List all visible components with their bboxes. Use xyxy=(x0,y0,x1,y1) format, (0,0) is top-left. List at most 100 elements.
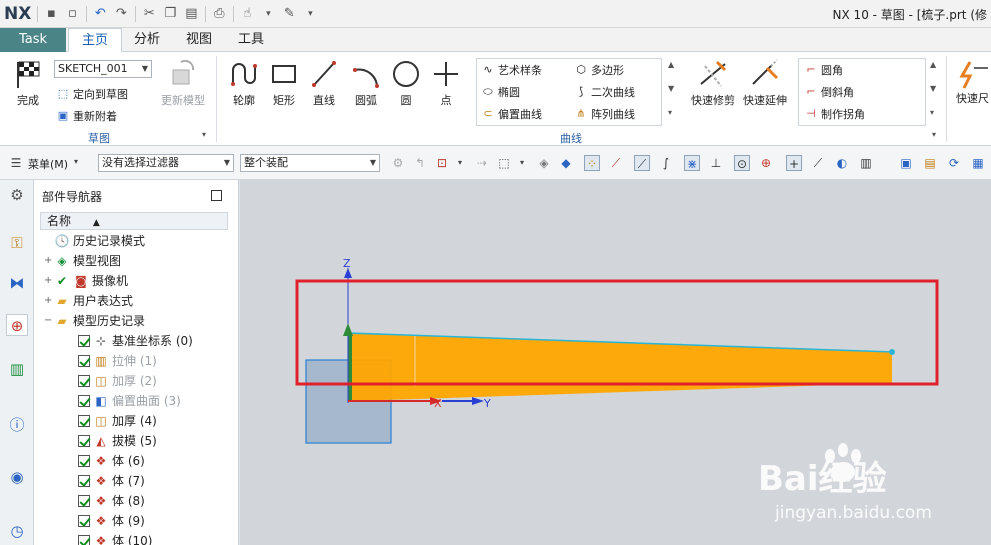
tree-row[interactable]: + ▰ 用户表达式 xyxy=(44,291,133,311)
visibility-checkbox[interactable] xyxy=(78,415,90,427)
quick-dimension-button[interactable]: 快速尺 xyxy=(956,58,991,106)
offset-curve-button[interactable]: ⊂ 偏置曲线 xyxy=(481,106,542,122)
grid-icon[interactable]: ▥ xyxy=(858,155,874,171)
intersection-icon[interactable]: ⋇ xyxy=(684,155,700,171)
tree-row[interactable]: 🕓 历史记录模式 xyxy=(44,231,146,251)
reattach-button[interactable]: ▣ 重新附着 xyxy=(56,108,117,124)
curve-group-expand-icon[interactable]: ▾ xyxy=(932,130,936,139)
show-hide-icon[interactable]: ◈ xyxy=(536,155,552,171)
tree-row[interactable]: ⊹ 基准坐标系 (0) xyxy=(78,331,193,351)
visibility-checkbox[interactable] xyxy=(78,355,90,367)
existing-point-icon[interactable]: + xyxy=(786,155,802,171)
visibility-checkbox[interactable] xyxy=(78,395,90,407)
tree-row[interactable]: ❖ 体 (9) xyxy=(78,511,145,531)
point-button[interactable]: 点 xyxy=(426,58,466,108)
polygon-button[interactable]: ⬡ 多边形 xyxy=(574,62,624,78)
maximize-icon[interactable] xyxy=(211,190,222,201)
profile-button[interactable]: 轮廓 xyxy=(224,58,264,108)
fillet-button[interactable]: ⌐ 圆角 xyxy=(804,62,843,78)
gear-icon[interactable]: ⚙ xyxy=(6,184,28,206)
fillet-scroll-up-icon[interactable]: ▲ xyxy=(930,60,936,69)
assembly-navigator-icon[interactable]: ⚿ xyxy=(6,232,28,254)
fillet-more-icon[interactable]: ▾ xyxy=(930,108,934,117)
curve-icon[interactable]: ∫ xyxy=(658,155,674,171)
endpoint-icon[interactable]: ⟋ xyxy=(608,155,624,171)
tree-row[interactable]: ◭ 拔模 (5) xyxy=(78,431,157,451)
tree-row[interactable]: ❖ 体 (8) xyxy=(78,491,145,511)
expand-icon[interactable]: + xyxy=(44,291,54,311)
gallery-scroll-up-icon[interactable]: ▲ xyxy=(668,60,674,69)
snap-point-icon[interactable]: ⁘ xyxy=(584,155,600,171)
model-viewport[interactable]: Z X Y Bai经验 jingyan.baidu.com xyxy=(240,180,991,545)
visibility-checkbox[interactable] xyxy=(78,335,90,347)
arc-button[interactable]: 圆弧 xyxy=(346,58,386,108)
chamfer-button[interactable]: ⌐ 倒斜角 xyxy=(804,84,854,100)
midpoint-icon[interactable]: ⟋ xyxy=(634,155,650,171)
menu-dropdown-icon[interactable]: ▾ xyxy=(74,157,78,166)
copy-icon[interactable]: ❐ xyxy=(162,6,178,22)
menu-button[interactable]: 菜单(M) xyxy=(28,156,68,172)
redo-icon[interactable]: ↷ xyxy=(113,6,129,22)
visibility-checkbox[interactable] xyxy=(78,495,90,507)
visibility-checkbox[interactable] xyxy=(78,535,90,545)
fit-view-icon[interactable]: ▣ xyxy=(898,155,914,171)
tab-view[interactable]: 视图 xyxy=(174,28,224,52)
collapse-icon[interactable]: − xyxy=(44,311,54,331)
line-button[interactable]: 直线 xyxy=(304,58,344,108)
history-icon[interactable]: ◷ xyxy=(6,520,28,542)
quick-extend-button[interactable]: 快速延伸 xyxy=(742,58,788,108)
select-feature-icon[interactable]: ↰ xyxy=(412,155,428,171)
tree-row[interactable]: ◧ 偏置曲面 (3) xyxy=(78,391,181,411)
paste-icon[interactable]: ▤ xyxy=(183,6,199,22)
finish-sketch-button[interactable]: 完成 xyxy=(8,58,48,108)
save-all-icon[interactable]: ▫ xyxy=(64,6,80,22)
quadrant-icon[interactable]: ⊕ xyxy=(758,155,774,171)
select-object-icon[interactable]: ⊡ xyxy=(434,155,450,171)
save-icon[interactable]: ▪ xyxy=(43,6,59,22)
sketch-endpoint[interactable] xyxy=(889,349,895,355)
refresh-icon[interactable]: ⟳ xyxy=(946,155,962,171)
general-select-icon[interactable]: ⇢ xyxy=(474,155,490,171)
visibility-checkbox[interactable] xyxy=(78,515,90,527)
qat-dropdown-icon[interactable]: ▾ xyxy=(302,6,318,22)
rectangle-select-dropdown-icon[interactable]: ▾ xyxy=(514,155,530,171)
tree-row[interactable]: + ◈ 模型视图 xyxy=(44,251,121,271)
pattern-curve-button[interactable]: ⋔ 阵列曲线 xyxy=(574,106,635,122)
arc-center-icon[interactable]: ⊙ xyxy=(734,155,750,171)
constraint-navigator-icon[interactable]: ⧓ xyxy=(6,272,28,294)
tree-row[interactable]: ❖ 体 (10) xyxy=(78,531,152,545)
cube-icon[interactable]: ◆ xyxy=(558,155,574,171)
visibility-checkbox[interactable] xyxy=(78,435,90,447)
update-model-button[interactable]: 更新模型 xyxy=(160,58,206,108)
tab-task[interactable]: Task xyxy=(0,28,66,52)
rectangle-button[interactable]: 矩形 xyxy=(264,58,304,108)
part-navigator-icon[interactable]: ⊕ xyxy=(6,314,28,336)
tab-analysis[interactable]: 分析 xyxy=(124,28,170,52)
studio-spline-button[interactable]: ∿ 艺术样条 xyxy=(481,62,542,78)
visibility-checkbox[interactable] xyxy=(78,455,90,467)
expand-icon[interactable]: + xyxy=(44,251,54,271)
tab-tools[interactable]: 工具 xyxy=(226,28,276,52)
print-icon[interactable]: ⎙ xyxy=(211,6,227,22)
point-on-surface-icon[interactable]: ◐ xyxy=(834,155,850,171)
conic-button[interactable]: ⟆ 二次曲线 xyxy=(574,84,635,100)
visibility-checkbox[interactable] xyxy=(78,475,90,487)
tree-row[interactable]: ❖ 体 (7) xyxy=(78,471,145,491)
tree-row[interactable]: + ✔ ◙ 摄像机 xyxy=(44,271,128,291)
sketch-name-select[interactable]: SKETCH_001 ▼ xyxy=(54,60,152,78)
tree-row[interactable]: ❖ 体 (6) xyxy=(78,451,145,471)
quick-trim-button[interactable]: 快速修剪 xyxy=(690,58,736,108)
zoom-icon[interactable]: ▤ xyxy=(922,155,938,171)
fillet-scroll-down-icon[interactable]: ▼ xyxy=(930,84,936,93)
graphics-window[interactable]: Z X Y Bai经验 jingyan.baidu.com xyxy=(240,180,991,545)
selection-filter-select[interactable]: 没有选择过滤器 ▼ xyxy=(98,154,234,172)
window-menu-icon[interactable]: ▾ xyxy=(260,6,276,22)
circle-button[interactable]: 圆 xyxy=(386,58,426,108)
customize-icon[interactable]: ✎ xyxy=(281,6,297,22)
info-icon[interactable]: ⓘ xyxy=(6,414,28,436)
tree-row[interactable]: ◫ 加厚 (2) xyxy=(78,371,157,391)
ellipse-button[interactable]: ⬭ 椭圆 xyxy=(481,84,520,100)
undo-icon[interactable]: ↶ xyxy=(92,6,108,22)
tree-row[interactable]: − ▰ 模型历史记录 xyxy=(44,311,145,331)
select-dropdown-icon[interactable]: ▾ xyxy=(452,155,468,171)
